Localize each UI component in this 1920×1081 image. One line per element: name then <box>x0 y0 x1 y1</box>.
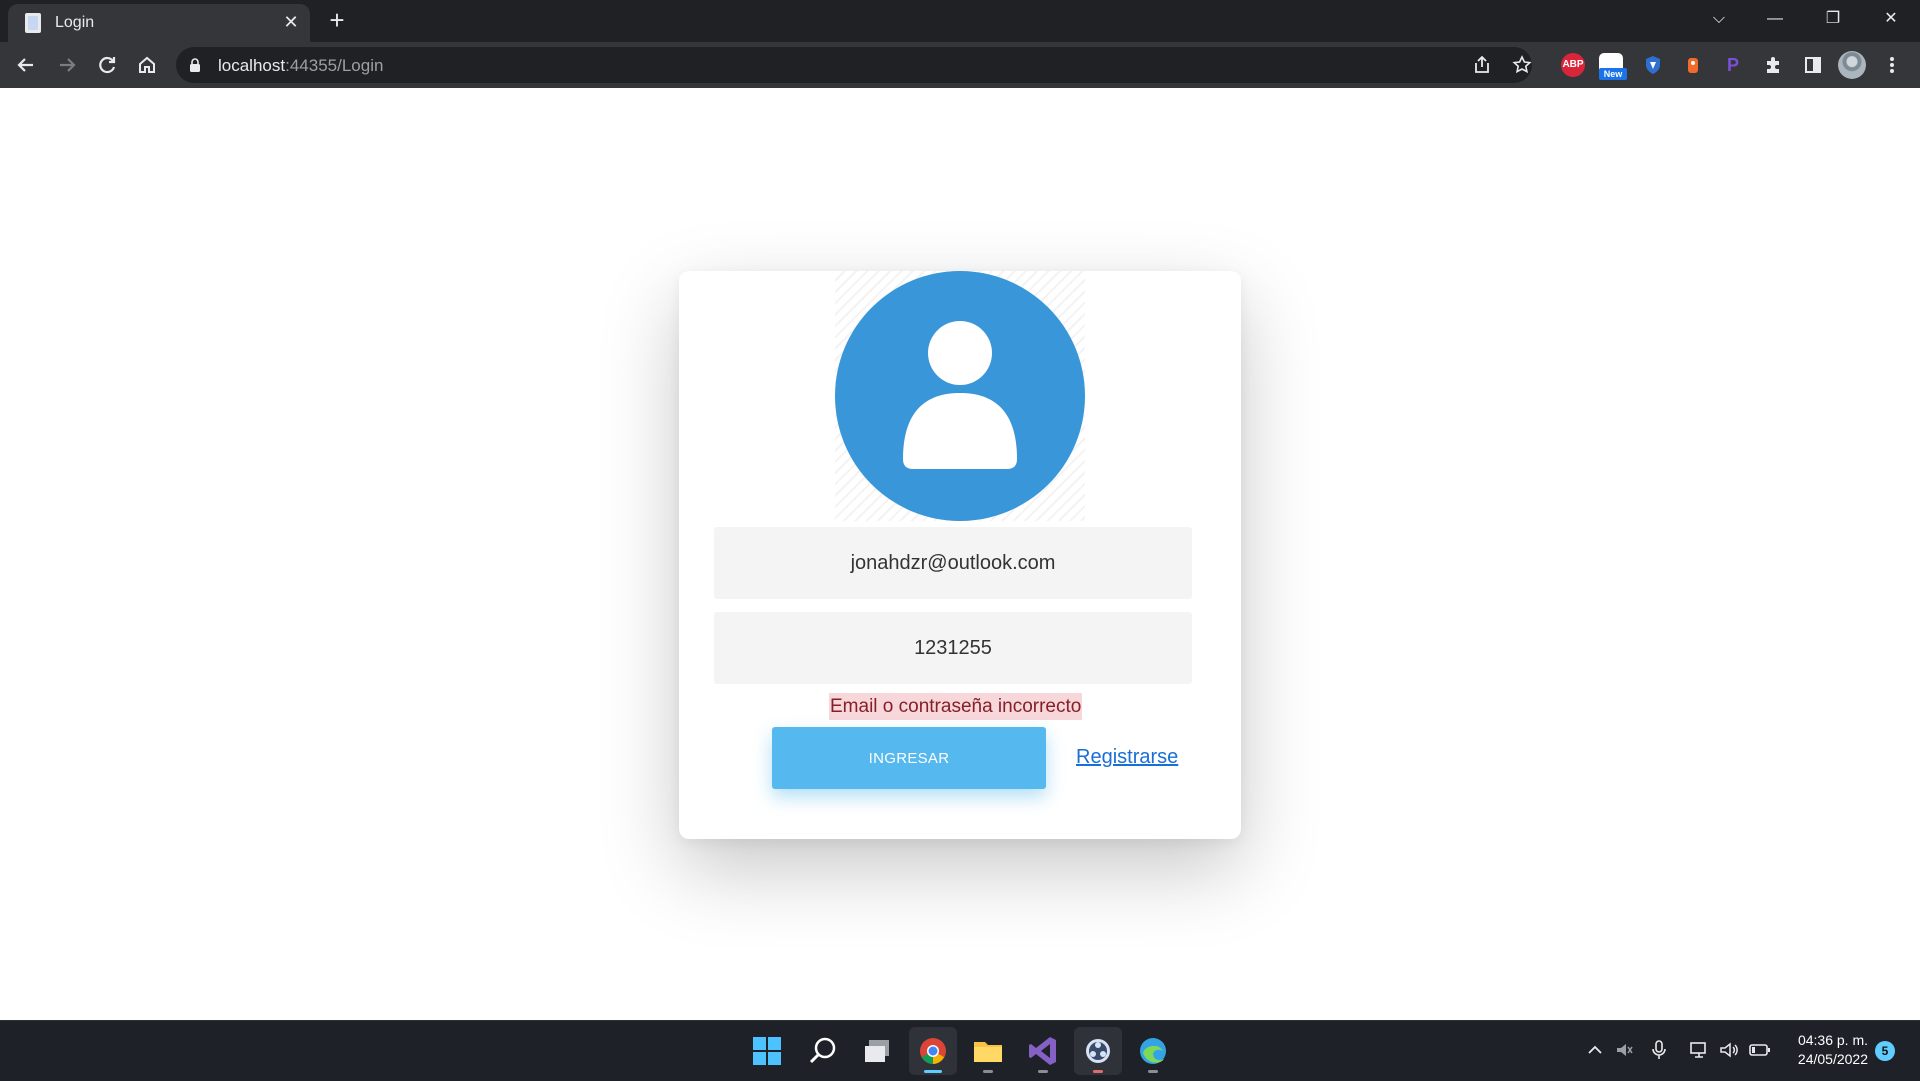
file-explorer-icon[interactable] <box>964 1027 1012 1075</box>
new-extension-icon[interactable]: New <box>1599 53 1627 80</box>
tab-search-icon[interactable]: ⌵ <box>1696 4 1742 34</box>
restore-button[interactable]: ❐ <box>1810 4 1856 34</box>
running-indicator <box>1093 1070 1103 1073</box>
notification-count-badge[interactable]: 5 <box>1875 1041 1895 1061</box>
chrome-icon[interactable] <box>909 1027 957 1075</box>
browser-toolbar: localhost:44355/Login ABP New P <box>0 42 1920 88</box>
profile-avatar[interactable] <box>1838 51 1866 79</box>
windows-taskbar: 04:36 p. m. 24/05/2022 5 <box>0 1020 1920 1081</box>
volume-icon[interactable] <box>1718 1039 1740 1068</box>
muted-speaker-icon[interactable] <box>1614 1039 1634 1068</box>
microphone-icon[interactable] <box>1650 1039 1668 1068</box>
running-indicator <box>983 1070 993 1073</box>
share-icon[interactable] <box>1470 53 1494 77</box>
tab-close-icon[interactable]: ✕ <box>279 10 303 34</box>
close-window-button[interactable]: ✕ <box>1868 4 1914 34</box>
obs-icon[interactable] <box>1074 1027 1122 1075</box>
clock-time: 04:36 p. m. <box>1797 1032 1868 1048</box>
error-message: Email o contraseña incorrecto <box>829 693 1083 720</box>
new-tab-button[interactable]: + <box>322 6 352 36</box>
task-view-icon[interactable] <box>854 1027 902 1075</box>
forward-button[interactable] <box>51 49 83 81</box>
password-field[interactable] <box>714 612 1192 684</box>
running-indicator <box>1038 1070 1048 1073</box>
system-clock[interactable]: 04:36 p. m. 24/05/2022 <box>1780 1031 1868 1069</box>
bookmark-star-icon[interactable] <box>1510 53 1534 77</box>
edge-dev-icon[interactable] <box>1129 1027 1177 1075</box>
email-field[interactable] <box>714 527 1192 599</box>
address-bar[interactable]: localhost:44355/Login <box>176 47 1532 83</box>
tab-login[interactable]: Login ✕ <box>8 4 310 42</box>
windows-start-icon[interactable] <box>743 1027 791 1075</box>
url-text[interactable]: localhost:44355/Login <box>218 56 383 76</box>
home-button[interactable] <box>131 49 163 81</box>
lock-icon[interactable] <box>190 58 200 72</box>
side-panel-icon[interactable] <box>1801 53 1825 77</box>
network-icon[interactable] <box>1688 1039 1710 1068</box>
reload-icon <box>99 56 116 74</box>
login-card: Email o contraseña incorrecto INGRESAR R… <box>679 271 1241 839</box>
url-host: localhost <box>218 56 286 75</box>
extensions-puzzle-icon[interactable] <box>1761 53 1785 77</box>
forward-arrow-icon <box>60 58 76 72</box>
browser-menu-icon[interactable] <box>1880 53 1904 77</box>
search-icon[interactable] <box>799 1027 847 1075</box>
running-indicator <box>1148 1070 1158 1073</box>
register-link[interactable]: Registrarse <box>1076 746 1178 769</box>
clock-date: 24/05/2022 <box>1797 1051 1868 1067</box>
bear-extension-icon[interactable] <box>1681 53 1705 77</box>
back-button[interactable] <box>10 49 42 81</box>
visual-studio-icon[interactable] <box>1019 1027 1067 1075</box>
reload-button[interactable] <box>91 49 123 81</box>
p-extension-icon[interactable]: P <box>1721 53 1745 77</box>
back-arrow-icon <box>17 58 33 72</box>
url-path: :44355/Login <box>285 56 384 75</box>
minimize-button[interactable]: — <box>1752 4 1798 34</box>
new-badge: New <box>1599 68 1627 80</box>
tab-title: Login <box>55 14 95 31</box>
running-indicator <box>924 1070 942 1073</box>
login-button[interactable]: INGRESAR <box>772 727 1046 789</box>
page-favicon-icon <box>25 13 41 33</box>
browser-tab-bar: Login ✕ + ⌵ — ❐ ✕ <box>0 0 1920 42</box>
adblock-plus-icon[interactable]: ABP <box>1561 53 1585 77</box>
user-icon <box>835 271 1085 521</box>
home-icon <box>139 56 155 73</box>
user-avatar-image <box>835 271 1085 521</box>
shield-extension-icon[interactable] <box>1641 53 1665 77</box>
show-hidden-icons-chevron-icon[interactable] <box>1586 1039 1604 1068</box>
battery-icon[interactable] <box>1748 1039 1772 1068</box>
